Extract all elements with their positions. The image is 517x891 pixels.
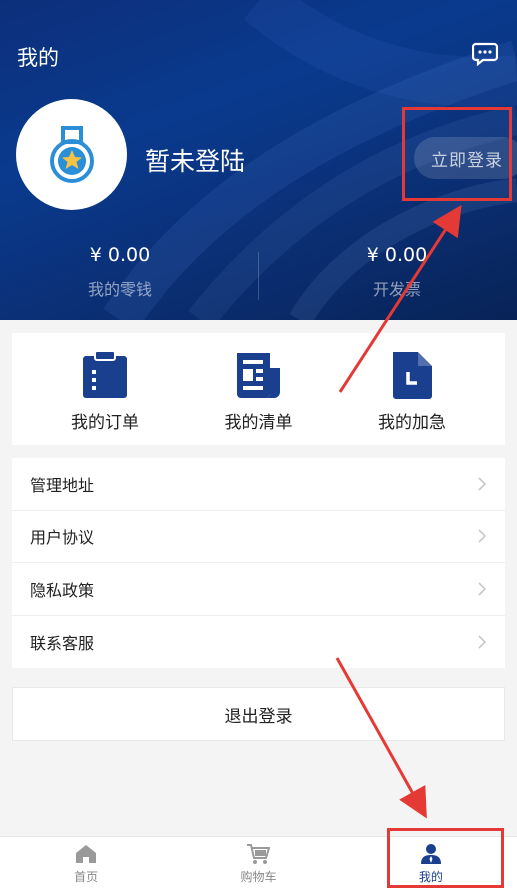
chevron-right-icon (478, 635, 487, 649)
medal-icon (49, 125, 94, 183)
login-status: 暂未登陆 (145, 147, 246, 176)
my-orders-button[interactable]: 我的订单 (44, 333, 166, 445)
menu-item-customer-service[interactable]: 联系客服 (12, 616, 505, 669)
chevron-right-icon (478, 477, 487, 491)
annotation-box-login (402, 107, 512, 201)
menu-item-user-agreement[interactable]: 用户协议 (12, 511, 505, 563)
cart-icon (247, 844, 271, 864)
chevron-right-icon (478, 529, 487, 543)
file-clock-icon (393, 352, 432, 399)
invoice-stat[interactable]: ¥ 0.00 开发票 (297, 244, 497, 300)
tab-home[interactable]: 首页 (0, 837, 172, 891)
avatar[interactable] (16, 99, 127, 210)
tab-label: 购物车 (240, 870, 277, 884)
menu-item-label: 用户协议 (30, 528, 95, 548)
chat-bubble-icon (472, 42, 498, 66)
my-orders-label: 我的订单 (71, 413, 139, 433)
my-list-button[interactable]: 我的清单 (198, 333, 320, 445)
invoice-label: 开发票 (372, 280, 421, 299)
my-urgent-label: 我的加急 (378, 413, 446, 433)
tab-cart[interactable]: 购物车 (172, 837, 344, 891)
my-urgent-button[interactable]: 我的加急 (351, 333, 473, 445)
stat-divider (258, 252, 259, 300)
menu-item-label: 联系客服 (30, 633, 95, 653)
annotation-box-profile-tab (387, 828, 504, 888)
quick-actions: 我的订单 我的清单 我的加急 (12, 333, 505, 445)
invoice-amount: ¥ 0.00 (366, 244, 428, 266)
logout-button[interactable]: 退出登录 (12, 687, 505, 741)
chevron-right-icon (478, 582, 487, 596)
document-list-icon (236, 353, 280, 398)
menu-item-label: 隐私政策 (30, 580, 95, 600)
wallet-label: 我的零钱 (87, 280, 152, 299)
page-title: 我的 (17, 46, 59, 70)
tab-label: 首页 (74, 870, 99, 884)
settings-menu: 管理地址 用户协议 隐私政策 联系客服 (12, 458, 505, 668)
wallet-amount: ¥ 0.00 (89, 244, 151, 266)
menu-item-privacy-policy[interactable]: 隐私政策 (12, 563, 505, 616)
menu-item-label: 管理地址 (30, 475, 95, 495)
message-button[interactable] (470, 40, 500, 68)
my-list-label: 我的清单 (224, 413, 293, 433)
clipboard-icon (83, 350, 127, 398)
wallet-stat[interactable]: ¥ 0.00 我的零钱 (20, 244, 220, 300)
home-icon (76, 845, 97, 863)
menu-item-address[interactable]: 管理地址 (12, 458, 505, 511)
